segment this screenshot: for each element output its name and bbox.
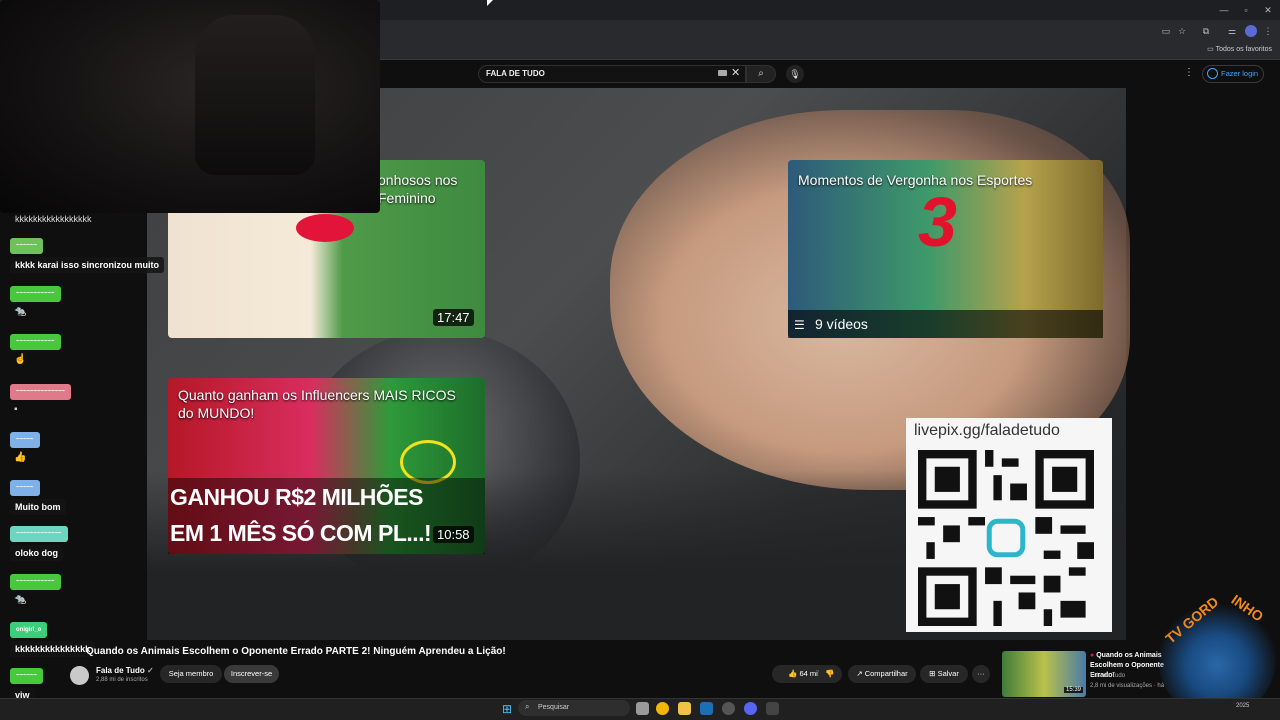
- video-duration: 15:39: [1064, 687, 1084, 693]
- card-caption-line: EM 1 MÊS SÓ COM PL...!: [170, 520, 432, 546]
- chat-username: ~~~~~: [10, 432, 40, 448]
- card-badge: [296, 214, 354, 242]
- chrome-icon[interactable]: [656, 702, 669, 715]
- chat-username: ~~~~~~~~~~~~~: [10, 526, 68, 542]
- recommended-views: 2,8 mi de visualizações · há: [1090, 683, 1165, 689]
- like-count: 64 mil: [799, 669, 820, 678]
- chat-message-text: kkkk karai isso sincronizou muito: [10, 257, 165, 273]
- search-button[interactable]: ⌕: [746, 65, 776, 83]
- more-actions-button[interactable]: ···: [972, 665, 990, 683]
- chat-emote-icon: ▪: [14, 404, 18, 415]
- thumbs-up-icon: 👍: [788, 669, 798, 678]
- qr-code: [918, 450, 1094, 626]
- chat-username: ~~~~~~: [10, 238, 44, 254]
- settings-menu-icon[interactable]: ⋮: [1184, 67, 1194, 78]
- share-button[interactable]: ↗ Compartilhar: [848, 665, 916, 683]
- search-icon: ⌕: [525, 702, 530, 711]
- app-icon[interactable]: [766, 702, 779, 715]
- chat-username: ~~~~~~~~~~~~~~: [10, 384, 72, 400]
- microphone-icon: 🎙: [789, 69, 801, 79]
- bookmarks-folder-all[interactable]: ▭ Todos os favoritos: [1207, 45, 1272, 53]
- share-icon: ↗: [856, 669, 863, 678]
- file-explorer-icon[interactable]: [678, 702, 691, 715]
- mouse-cursor-icon: [487, 0, 493, 6]
- donation-url: livepix.gg/faladetudo: [914, 422, 1060, 439]
- gaming-chair-image: [195, 15, 315, 175]
- save-icon: ⊞: [929, 669, 936, 678]
- chat-emote-icon: ☝: [14, 354, 27, 365]
- chat-username: ~~~~~: [10, 480, 40, 496]
- discord-icon[interactable]: [744, 702, 757, 715]
- cast-icon[interactable]: ▭: [1160, 25, 1172, 37]
- obs-icon[interactable]: [722, 702, 735, 715]
- channel-avatar[interactable]: [70, 666, 89, 685]
- bookmark-star-icon[interactable]: ☆: [1176, 25, 1188, 37]
- webcam-overlay: [0, 0, 380, 213]
- extensions-icon[interactable]: ⧉: [1200, 25, 1212, 37]
- subscribe-button[interactable]: Inscrever-se: [224, 665, 279, 683]
- channel-name[interactable]: Fala de Tudo ✓: [96, 666, 154, 675]
- task-view-icon[interactable]: [636, 702, 649, 715]
- subscriber-count: 2,88 mi de inscritos: [96, 677, 148, 683]
- recommended-channel: Fala de Tudo: [1090, 673, 1126, 679]
- channel-name-text: Fala de Tudo: [96, 666, 145, 675]
- windows-start-icon[interactable]: ⊞: [502, 702, 512, 716]
- minimize-icon[interactable]: —: [1218, 4, 1230, 16]
- share-label: Compartilhar: [864, 669, 908, 678]
- chat-emote-icon: 🐀: [14, 306, 27, 317]
- close-window-icon[interactable]: ✕: [1262, 4, 1274, 16]
- chat-username: ~~~~~~~~~~~: [10, 574, 61, 590]
- bookmarks-folder-label: Todos os favoritos: [1215, 46, 1272, 53]
- chat-message-text: Muito bom: [10, 499, 66, 515]
- join-button[interactable]: Seja membro: [160, 665, 222, 683]
- video-duration: 17:47: [433, 309, 474, 326]
- chat-message-text: oloko dog: [10, 545, 63, 561]
- voice-search-button[interactable]: 🎙: [786, 65, 804, 83]
- verified-icon: ✓: [146, 666, 154, 675]
- chat-message-text: kkkkkkkkkkkkkkk: [10, 641, 96, 657]
- card-caption-line: GANHOU R$2 MILHÕES: [170, 484, 423, 510]
- chat-username: onigiri_o: [10, 622, 48, 638]
- maximize-icon[interactable]: ▫: [1240, 4, 1252, 16]
- chat-message-text: kkkkkkkkkkkkkkkkk: [15, 214, 92, 224]
- save-button[interactable]: ⊞ Salvar: [920, 665, 968, 683]
- search-input-value: FALA DE TUDO: [486, 69, 545, 78]
- thumbs-down-icon: 👎: [825, 669, 835, 678]
- playlist-icon: ☰: [794, 318, 805, 332]
- video-title: Quando os Animais Escolhem o Oponente Er…: [86, 646, 506, 657]
- dislike-button[interactable]: 👎: [818, 665, 842, 683]
- sidebar-icon[interactable]: ⚌: [1226, 25, 1238, 37]
- profile-avatar-icon[interactable]: [1245, 25, 1257, 37]
- chat-emote-icon: 👍: [14, 452, 27, 463]
- keyboard-icon[interactable]: [718, 70, 727, 76]
- folder-icon: ▭: [1207, 46, 1216, 53]
- taskbar-clock: 2025: [1236, 703, 1250, 709]
- chat-username: ~~~~~~~~~~~: [10, 334, 61, 350]
- chat-emote-icon: 🐀: [14, 594, 27, 605]
- card-title: onhosos nos Feminino: [378, 172, 458, 206]
- save-label: Salvar: [937, 669, 959, 678]
- steam-icon[interactable]: [700, 702, 713, 715]
- video-duration: 10:58: [433, 526, 474, 543]
- playlist-count: 9 vídeos: [815, 316, 868, 332]
- card-number: 3: [918, 183, 957, 261]
- card-title: Quanto ganham os Influencers MAIS RICOS …: [178, 387, 456, 421]
- taskbar-search-input[interactable]: Pesquisar: [518, 700, 630, 716]
- chat-username: ~~~~~~~~~~~: [10, 286, 61, 302]
- search-icon: ⌕: [758, 68, 764, 79]
- clear-search-icon[interactable]: ✕: [731, 66, 740, 79]
- chat-username: ~~~~~~: [10, 668, 44, 684]
- chrome-menu-icon[interactable]: ⋮: [1262, 25, 1274, 37]
- account-icon: [1207, 68, 1218, 79]
